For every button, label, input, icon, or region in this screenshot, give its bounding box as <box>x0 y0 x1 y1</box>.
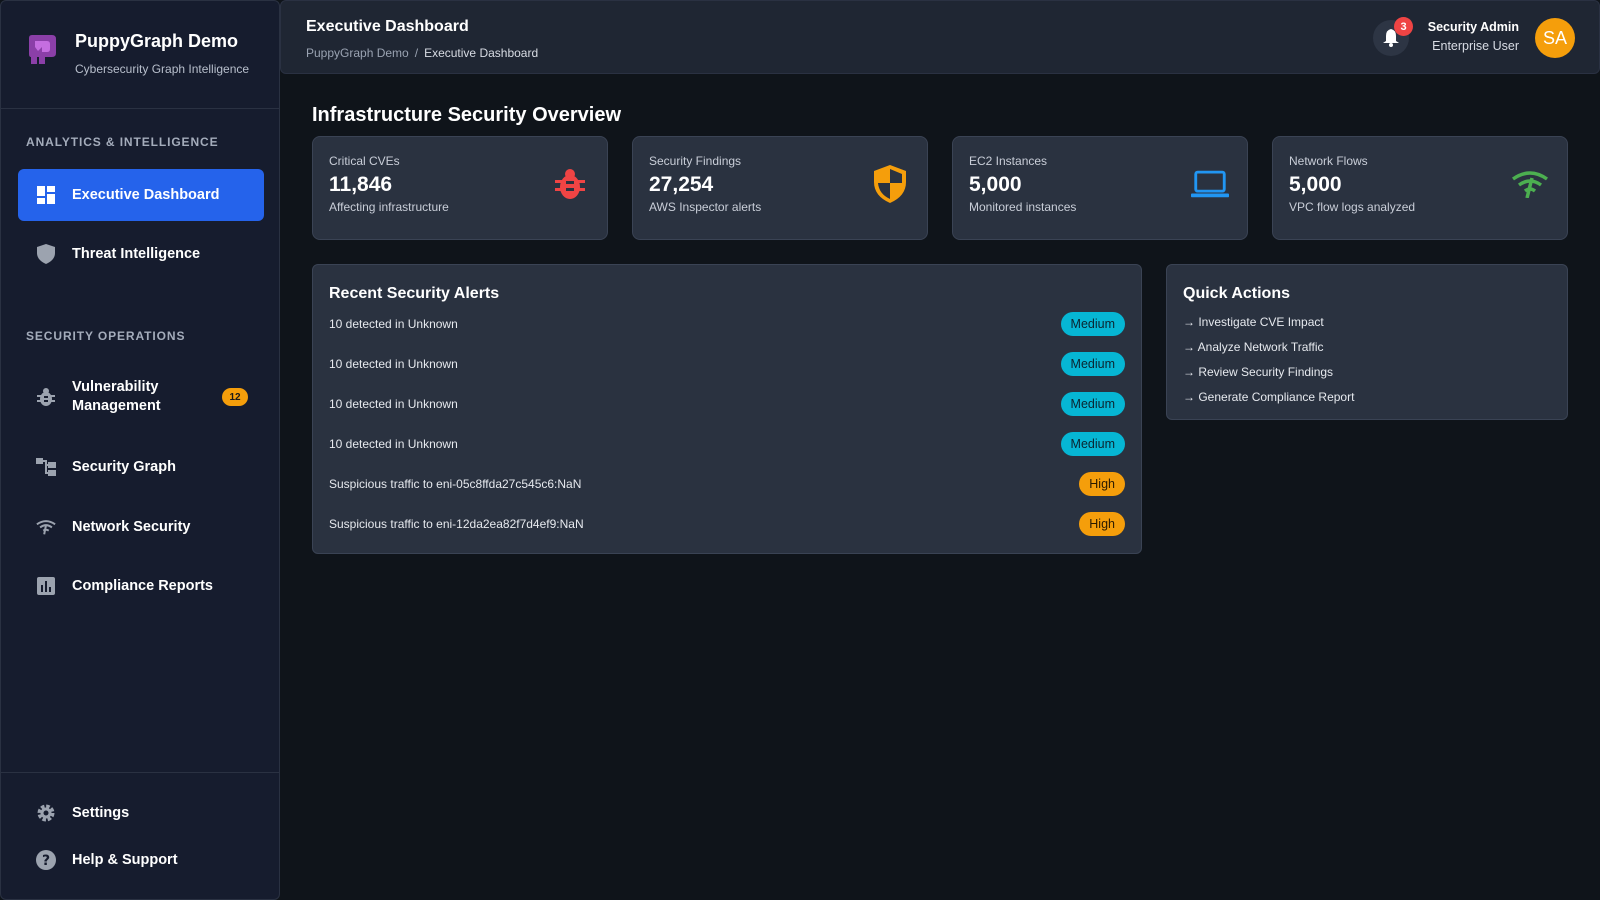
quick-action-generate-report[interactable]: → Generate Compliance Report <box>1183 384 1551 409</box>
stat-card-security-findings[interactable]: Security Findings 27,254 AWS Inspector a… <box>632 136 928 240</box>
alert-row[interactable]: Suspicious traffic to eni-05c8ffda27c545… <box>329 471 1125 497</box>
wifi-icon <box>36 517 56 537</box>
sidebar-footer <box>1 772 279 773</box>
panel-title: Recent Security Alerts <box>329 285 500 302</box>
graph-icon <box>36 457 56 477</box>
breadcrumb-separator: / <box>414 46 419 60</box>
stat-card-ec2-instances[interactable]: EC2 Instances 5,000 Monitored instances <box>952 136 1248 240</box>
shield-icon <box>36 244 56 264</box>
alert-text: 10 detected in Unknown <box>329 437 458 451</box>
sidebar-item-security-graph[interactable]: Security Graph <box>18 441 264 493</box>
alert-row[interactable]: Suspicious traffic to eni-12da2ea82f7d4e… <box>329 511 1125 537</box>
severity-badge: Medium <box>1060 352 1125 376</box>
sidebar-item-label: Network Security <box>72 519 191 535</box>
recent-security-alerts-panel: Recent Security Alerts 10 detected in Un… <box>312 264 1142 554</box>
alert-text: 10 detected in Unknown <box>329 317 458 331</box>
puppygraph-logo-icon[interactable] <box>25 33 59 67</box>
brand-subtitle: Cybersecurity Graph Intelligence <box>75 62 250 76</box>
brand: PuppyGraph Demo Cybersecurity Graph Inte… <box>1 1 279 109</box>
severity-badge: High <box>1079 472 1125 496</box>
notification-count-badge: 3 <box>1394 17 1413 36</box>
severity-badge: Medium <box>1060 312 1125 336</box>
quick-action-investigate-cve[interactable]: → Investigate CVE Impact <box>1183 309 1551 334</box>
sidebar-item-label: Settings <box>72 805 130 821</box>
section-label-analytics: ANALYTICS & INTELLIGENCE <box>26 135 219 149</box>
sidebar-item-compliance-reports[interactable]: Compliance Reports <box>18 560 264 612</box>
sidebar-item-label: Threat Intelligence <box>72 246 201 262</box>
alert-text: Suspicious traffic to eni-05c8ffda27c545… <box>329 477 582 491</box>
quick-actions-panel: Quick Actions → Investigate CVE Impact →… <box>1166 264 1568 420</box>
notifications-button[interactable]: 3 <box>1373 17 1413 56</box>
alert-text: 10 detected in Unknown <box>329 357 458 371</box>
severity-badge: Medium <box>1060 432 1125 456</box>
quick-action-review-findings[interactable]: → Review Security Findings <box>1183 359 1551 384</box>
sidebar-item-label: Security Graph <box>72 459 176 475</box>
page-title: Infrastructure Security Overview <box>312 104 622 126</box>
bug-icon <box>36 387 56 407</box>
help-icon: ? <box>36 850 56 870</box>
shield-icon <box>871 165 909 203</box>
severity-badge: Medium <box>1060 392 1125 416</box>
sidebar-item-vulnerability-management[interactable]: Vulnerability Management 12 <box>18 371 264 423</box>
alert-text: 10 detected in Unknown <box>329 397 458 411</box>
alert-row[interactable]: 10 detected in Unknown Medium <box>329 431 1125 457</box>
page-header-title: Executive Dashboard <box>306 18 469 35</box>
sidebar-item-label: Help & Support <box>72 852 178 868</box>
stat-card-network-flows[interactable]: Network Flows 5,000 VPC flow logs analyz… <box>1272 136 1568 240</box>
top-header: Executive Dashboard PuppyGraph Demo / Ex… <box>280 0 1600 74</box>
brand-title: PuppyGraph Demo <box>75 31 239 51</box>
laptop-icon <box>1191 165 1229 203</box>
user-name: Security Admin <box>1427 20 1519 34</box>
sidebar-item-label: Vulnerability Management <box>72 379 161 414</box>
alert-row[interactable]: 10 detected in Unknown Medium <box>329 311 1125 337</box>
bar-chart-icon <box>36 576 56 596</box>
sidebar-item-label: Compliance Reports <box>72 578 213 594</box>
sidebar-item-settings[interactable]: Settings <box>18 787 264 839</box>
dashboard-icon <box>36 185 56 205</box>
alert-row[interactable]: 10 detected in Unknown Medium <box>329 391 1125 417</box>
avatar[interactable]: SA <box>1535 18 1575 58</box>
sidebar-item-threat-intelligence[interactable]: Threat Intelligence <box>18 228 264 280</box>
sidebar-item-executive-dashboard[interactable]: Executive Dashboard <box>18 169 264 221</box>
alert-row[interactable]: 10 detected in Unknown Medium <box>329 351 1125 377</box>
quick-action-analyze-network[interactable]: → Analyze Network Traffic <box>1183 334 1551 359</box>
breadcrumb-item-current: Executive Dashboard <box>424 46 539 60</box>
wifi-icon <box>1511 165 1549 203</box>
section-label-security-operations: SECURITY OPERATIONS <box>26 329 186 343</box>
user-role: Enterprise User <box>1432 39 1519 53</box>
sidebar-item-network-security[interactable]: Network Security <box>18 501 264 553</box>
svg-text:?: ? <box>42 853 50 869</box>
panel-title: Quick Actions <box>1183 285 1290 302</box>
alert-text: Suspicious traffic to eni-12da2ea82f7d4e… <box>329 517 584 531</box>
gear-icon <box>36 803 56 823</box>
breadcrumb: PuppyGraph Demo / Executive Dashboard <box>306 46 538 60</box>
vulnerability-count-badge: 12 <box>222 388 248 406</box>
sidebar-item-help-support[interactable]: ? Help & Support <box>18 834 264 886</box>
stat-card-critical-cves[interactable]: Critical CVEs 11,846 Affecting infrastru… <box>312 136 608 240</box>
breadcrumb-item-home[interactable]: PuppyGraph Demo <box>306 46 409 60</box>
sidebar-item-label: Executive Dashboard <box>72 187 220 203</box>
bug-icon <box>551 165 589 203</box>
severity-badge: High <box>1079 512 1125 536</box>
sidebar: PuppyGraph Demo Cybersecurity Graph Inte… <box>0 0 280 900</box>
